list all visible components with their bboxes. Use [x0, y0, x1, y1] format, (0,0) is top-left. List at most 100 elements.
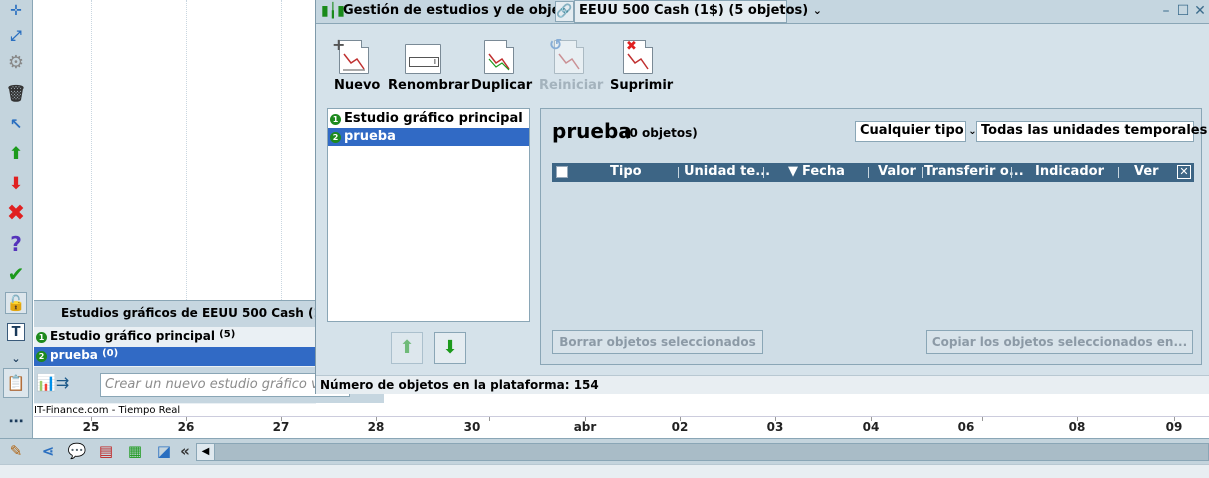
- up-arrow-icon: ⬆: [399, 337, 415, 358]
- column-header-value[interactable]: Valor: [878, 164, 916, 179]
- column-header-timeframe[interactable]: Unidad te...: [684, 164, 770, 179]
- column-header-indicator[interactable]: Indicador: [1035, 164, 1104, 179]
- link-icon[interactable]: 🔗: [555, 1, 574, 22]
- new-button-label: Nuevo: [334, 78, 381, 93]
- timeframe-filter-select[interactable]: Todas las unidades temporales ⌄: [976, 121, 1207, 142]
- time-axis-tick: abr: [573, 420, 597, 434]
- maximize-icon[interactable]: ☐: [1175, 2, 1191, 20]
- study-label: Estudio gráfico principal: [344, 111, 523, 126]
- study-label: prueba: [50, 348, 98, 362]
- chart-window-icon[interactable]: ◪: [153, 442, 175, 462]
- scroll-left-icon[interactable]: ◀: [197, 444, 215, 460]
- study-count: (0): [102, 348, 119, 359]
- time-axis-tick: 30: [463, 420, 481, 434]
- time-axis-tick: 28: [367, 420, 385, 434]
- study-number-badge: 2: [330, 132, 341, 143]
- column-header-transfer[interactable]: Transferir o...: [924, 164, 1024, 179]
- list-item[interactable]: 1 Estudio gráfico principal: [328, 110, 529, 128]
- close-x-icon[interactable]: ✖: [5, 203, 27, 225]
- study-item[interactable]: 1 Estudio gráfico principal (5): [34, 328, 316, 347]
- column-header-type[interactable]: Tipo: [610, 164, 642, 179]
- instrument-select-value: EEUU 500 Cash (1$) (5 objetos): [579, 3, 809, 18]
- time-axis-tick: 08: [1068, 420, 1086, 434]
- chevron-down-icon: ⌄: [812, 4, 822, 17]
- new-study-input[interactable]: Crear un nuevo estudio gráfico vacío: [100, 373, 350, 397]
- help-icon[interactable]: ?: [5, 233, 27, 255]
- share-icon[interactable]: ⋖: [37, 442, 59, 462]
- collapse-icon[interactable]: ⌄: [5, 347, 27, 369]
- check-icon[interactable]: ✔: [5, 263, 27, 285]
- lock-icon[interactable]: 🔓: [5, 292, 27, 314]
- candlestick-icon: ▮╽▮: [321, 3, 345, 19]
- studies-manager-icon[interactable]: 📋: [3, 368, 29, 398]
- selected-study-count: (0 objetos): [624, 126, 698, 140]
- cursor-icon[interactable]: ↖: [5, 113, 27, 135]
- type-filter-select[interactable]: Cualquier tipo ⌄: [855, 121, 977, 142]
- more-icon[interactable]: ⋯: [5, 410, 27, 432]
- duplicate-button[interactable]: Duplicar: [471, 40, 532, 100]
- pencil-chart-icon[interactable]: ✎: [5, 442, 27, 462]
- delete-button[interactable]: ✖ Suprimir: [610, 39, 673, 100]
- timeframe-filter-value: Todas las unidades temporales: [981, 123, 1208, 138]
- reset-button-label: Reiniciar: [539, 78, 604, 93]
- study-number-badge: 1: [330, 114, 341, 125]
- text-icon[interactable]: T: [7, 323, 25, 341]
- sell-arrow-icon[interactable]: ⬇: [5, 173, 27, 195]
- buy-arrow-icon[interactable]: ⬆: [5, 143, 27, 165]
- select-all-checkbox[interactable]: [556, 166, 568, 178]
- column-header-date[interactable]: Fecha: [802, 164, 845, 179]
- time-axis-tick: 02: [671, 420, 689, 434]
- chat-icon[interactable]: 💬: [66, 442, 88, 462]
- reset-icon: ↺: [549, 35, 584, 74]
- instrument-select[interactable]: EEUU 500 Cash (1$) (5 objetos) ⌄: [574, 0, 822, 23]
- selected-study-name: prueba: [552, 119, 632, 143]
- time-axis-tick: 09: [1165, 420, 1183, 434]
- close-icon[interactable]: ✕: [1177, 165, 1191, 179]
- crosshair-add-icon[interactable]: ✛: [5, 0, 27, 22]
- delete-drawing-icon[interactable]: ⚙: [5, 52, 27, 74]
- double-chevron-left-icon[interactable]: «: [178, 442, 192, 462]
- time-axis-tick: 25: [82, 420, 100, 434]
- studies-panel-title: Estudios gráficos de EEUU 500 Cash (1$): [34, 301, 336, 327]
- studies-objects-dialog: ▮╽▮ Gestión de estudios y de objetos 🔗 E…: [315, 0, 1209, 394]
- rename-button[interactable]: I Renombrar: [388, 40, 470, 100]
- time-axis-tick: 27: [272, 420, 290, 434]
- list-item-selected[interactable]: 2 prueba: [328, 128, 529, 146]
- study-label: prueba: [344, 129, 396, 144]
- delete-selected-button[interactable]: Borrar objetos seleccionados: [552, 330, 763, 354]
- study-number-badge: 1: [36, 332, 47, 343]
- down-arrow-icon: ⬇: [442, 337, 458, 358]
- copy-selected-button[interactable]: Copiar los objetos seleccionados en...: [926, 330, 1193, 354]
- report-icon[interactable]: ▤: [95, 442, 117, 462]
- dialog-title: Gestión de estudios y de objetos: [343, 3, 584, 18]
- bottom-toolbar: ✎ ⋖ 💬 ▤ ▦ ◪ « ◀: [0, 438, 1209, 464]
- horizontal-scrollbar[interactable]: ◀: [196, 443, 1209, 461]
- objects-table-header: Tipo Unidad te... ▼ Fecha Valor Transfer…: [552, 163, 1194, 182]
- study-label: Estudio gráfico principal: [50, 329, 215, 343]
- new-study-icon[interactable]: 📊⇉: [36, 373, 96, 397]
- objects-panel: prueba (0 objetos) Cualquier tipo ⌄ Toda…: [540, 108, 1207, 365]
- dialog-titlebar: ▮╽▮ Gestión de estudios y de objetos 🔗 E…: [316, 0, 1209, 24]
- time-axis-tick: 04: [862, 420, 880, 434]
- grid-icon[interactable]: ▦: [124, 442, 146, 462]
- column-header-view[interactable]: Ver: [1134, 164, 1159, 179]
- close-icon[interactable]: ✕: [1192, 2, 1208, 20]
- data-source-label: IT-Finance.com - Tiempo Real: [34, 405, 181, 416]
- time-axis: 25 26 27 28 30 abr 02 03 04 06 08 09: [34, 416, 1209, 437]
- study-number-badge: 2: [36, 351, 47, 362]
- rename-button-label: Renombrar: [388, 78, 470, 93]
- time-axis-tick: 26: [177, 420, 195, 434]
- trash-icon[interactable]: 🗑: [5, 83, 27, 105]
- move-up-button[interactable]: ⬆: [391, 332, 423, 364]
- reset-button[interactable]: ↺ Reiniciar: [539, 35, 604, 100]
- drawing-tools-icon[interactable]: ⤢: [5, 25, 27, 47]
- rename-icon: I: [405, 44, 441, 74]
- bottom-strip: [0, 464, 1209, 478]
- new-button[interactable]: + Nuevo: [332, 35, 381, 100]
- study-item-selected[interactable]: 2 prueba (0): [34, 347, 316, 366]
- chart-area[interactable]: [34, 0, 316, 302]
- minimize-icon[interactable]: –: [1158, 2, 1174, 20]
- left-toolbar: ✛ ⤢ ⚙ 🗑 ↖ ⬆ ⬇ ✖ ? ✔ 🔓 T ⌄ 📋 ⋯: [0, 0, 33, 440]
- status-bar: Número de objetos en la plataforma: 154: [316, 375, 1209, 394]
- move-down-button[interactable]: ⬇: [434, 332, 466, 364]
